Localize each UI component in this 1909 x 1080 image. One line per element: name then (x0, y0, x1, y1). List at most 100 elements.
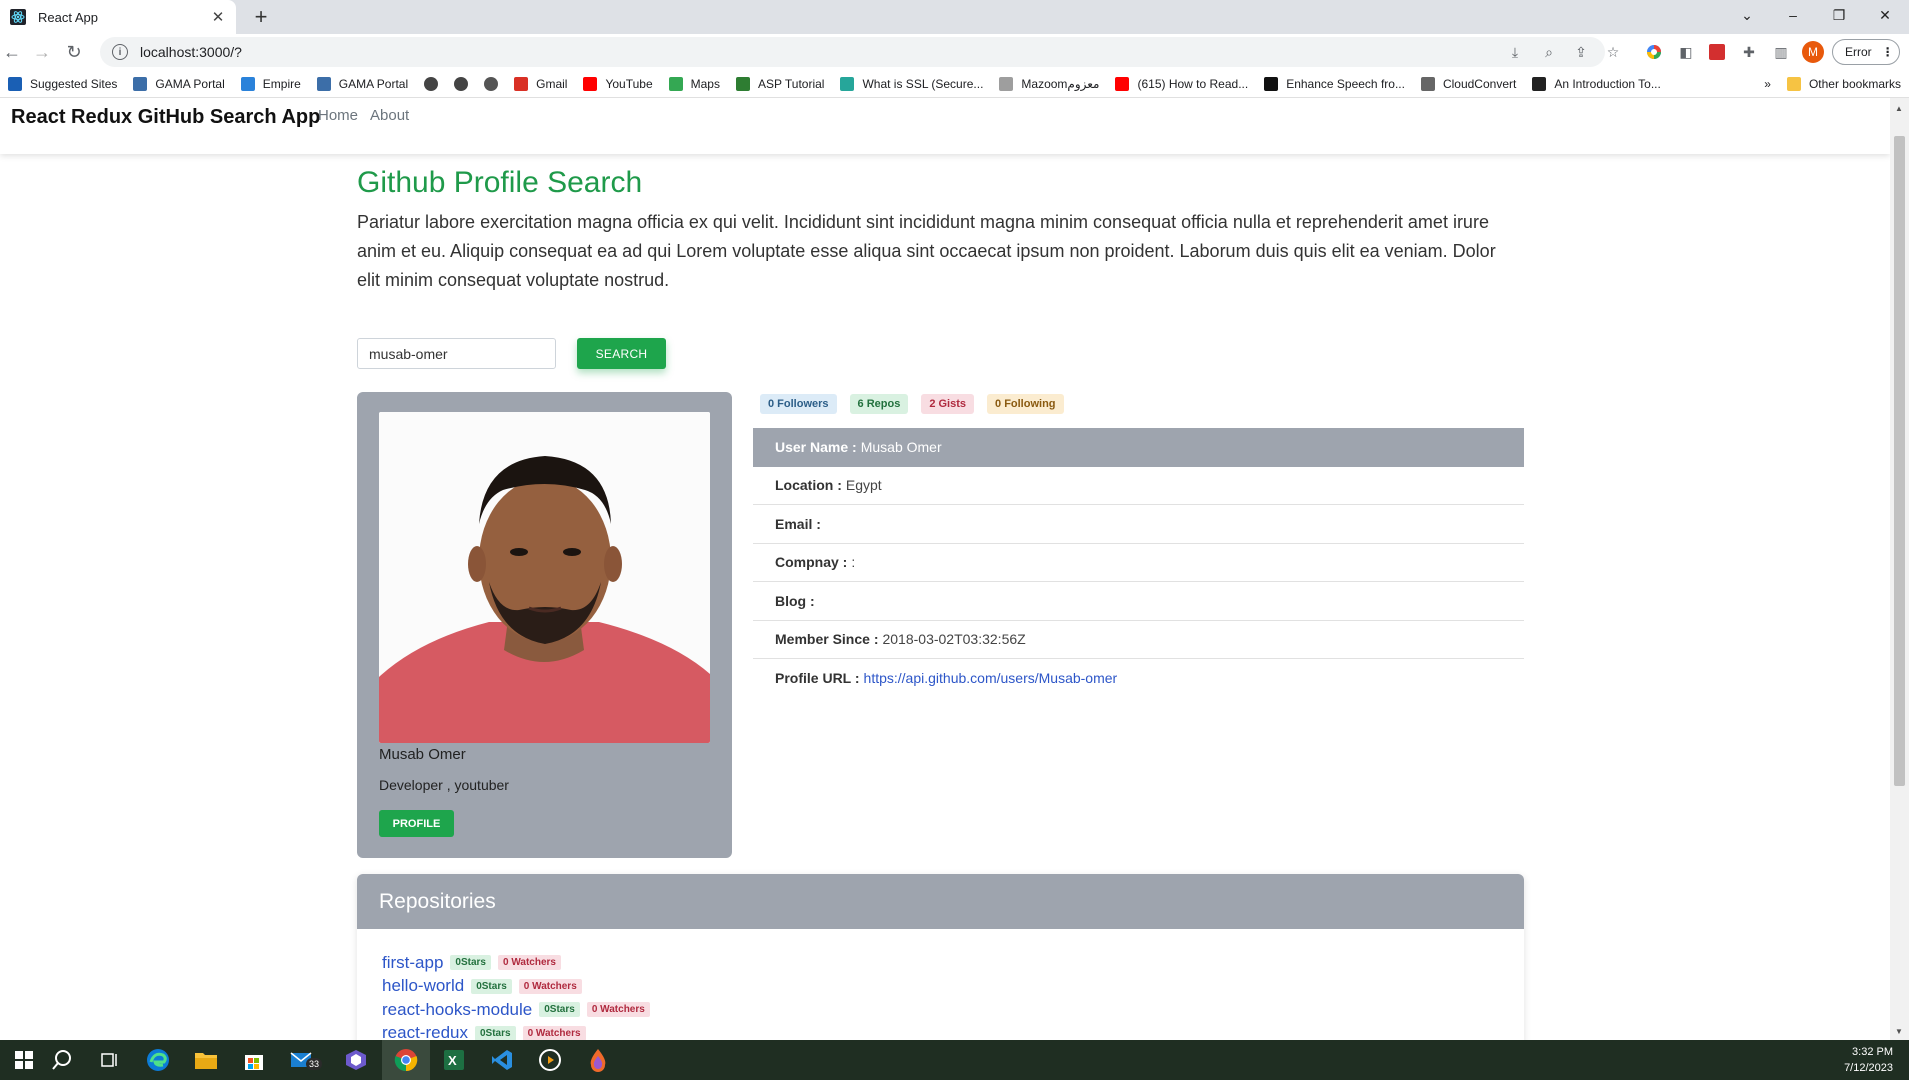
error-button[interactable]: Error ⋮ (1832, 39, 1900, 65)
repository-link[interactable]: react-hooks-module (382, 1000, 532, 1020)
folder-icon (1786, 76, 1801, 91)
detail-value: Musab Omer (860, 439, 942, 456)
side-panel-icon[interactable]: ▥ (1772, 43, 1790, 61)
profile-url-link[interactable]: https://api.github.com/users/Musab-omer (864, 670, 1118, 686)
bookmark-item[interactable]: An Introduction To... (1524, 72, 1669, 96)
bookmark-item[interactable]: GAMA Portal (309, 72, 416, 96)
repositories-card: Repositories first-app 0Stars 0 Watchers… (357, 874, 1524, 1040)
address-bar[interactable]: i localhost:3000/? (100, 37, 1605, 67)
repository-link[interactable]: hello-world (382, 976, 464, 996)
bookmarks-overflow-chevron-icon[interactable]: » (1756, 72, 1779, 96)
repository-item: hello-world 0Stars 0 Watchers (382, 975, 1524, 999)
close-tab-icon[interactable]: ✕ (210, 8, 226, 26)
detail-value: 2018-03-02T03:32:56Z (882, 631, 1026, 648)
system-clock[interactable]: 3:32 PM 7/12/2023 (1844, 1044, 1893, 1076)
stars-badge: 0Stars (471, 978, 512, 994)
username-search-input[interactable] (357, 338, 556, 369)
task-view-icon[interactable] (86, 1040, 134, 1080)
bookmark-item[interactable] (476, 72, 506, 96)
restore-button[interactable]: ❐ (1816, 0, 1862, 30)
bookmark-item[interactable]: ASP Tutorial (728, 72, 832, 96)
detail-value: : (851, 554, 856, 571)
media-player-icon[interactable] (526, 1040, 574, 1080)
vscode-icon[interactable] (478, 1040, 526, 1080)
nav-link-about[interactable]: About (370, 107, 409, 124)
bookmark-item[interactable]: Suggested Sites (0, 72, 125, 96)
other-bookmarks-label: Other bookmarks (1808, 76, 1901, 91)
bookmark-favicon-icon (668, 76, 683, 91)
repository-link[interactable]: react-redux (382, 1023, 468, 1040)
repository-list: first-app 0Stars 0 Watchers hello-world … (357, 929, 1524, 1040)
dev-app-icon[interactable] (332, 1040, 380, 1080)
back-arrow-icon[interactable]: ← (0, 40, 24, 64)
clock-date: 7/12/2023 (1844, 1062, 1893, 1074)
navbar-brand[interactable]: React Redux GitHub Search App (11, 106, 320, 129)
zoom-icon[interactable]: ⌕ (1540, 43, 1558, 61)
site-info-icon[interactable]: i (112, 44, 128, 60)
tab-search-chevron-icon[interactable]: ⌄ (1724, 0, 1770, 30)
detail-label: User Name : (775, 439, 857, 456)
detail-profile-url: Profile URL : https://api.github.com/use… (753, 659, 1524, 698)
bookmark-favicon-icon (840, 76, 855, 91)
bookmark-item[interactable]: CloudConvert (1413, 72, 1524, 96)
bookmark-label: Gmail (536, 76, 568, 91)
page-viewport: React Redux GitHub Search App Home About… (0, 98, 1890, 1040)
following-badge: 0 Following (987, 394, 1064, 414)
extensions-puzzle-icon[interactable]: ✚ (1740, 43, 1758, 61)
share-icon[interactable]: ⇪ (1572, 43, 1590, 61)
bookmark-star-icon[interactable]: ☆ (1604, 43, 1622, 61)
windows-taskbar: 33 X 3:32 PM 7/12/2023 (0, 1040, 1909, 1080)
color-extension-icon[interactable] (1645, 43, 1663, 61)
bookmarks-bar: Suggested Sites GAMA Portal Empire GAMA Por… (0, 70, 1909, 98)
file-explorer-icon[interactable] (182, 1040, 230, 1080)
store-icon[interactable] (230, 1040, 278, 1080)
tab-title: React App (38, 9, 98, 25)
install-icon[interactable]: ⤓ (1506, 43, 1524, 61)
kebab-menu-icon[interactable]: ⋮ (1882, 45, 1894, 59)
chrome-icon[interactable] (382, 1040, 430, 1080)
bookmark-favicon-icon (240, 76, 255, 91)
svg-text:X: X (448, 1053, 457, 1068)
bookmark-item[interactable]: GAMA Portal (125, 72, 232, 96)
other-bookmarks-folder[interactable]: Other bookmarks (1779, 72, 1909, 96)
bookmark-item[interactable]: Empire (233, 72, 309, 96)
view-profile-button[interactable]: PROFILE (379, 810, 454, 837)
reload-icon[interactable]: ↻ (62, 40, 86, 64)
browser-tab[interactable]: React App ✕ (0, 0, 236, 34)
bookmark-item[interactable]: What is SSL (Secure... (832, 72, 991, 96)
search-icon[interactable] (38, 1040, 86, 1080)
bookmark-item[interactable] (446, 72, 476, 96)
new-tab-button[interactable]: + (248, 4, 274, 30)
extension-icon[interactable]: ◧ (1677, 43, 1695, 61)
react-favicon-icon (10, 9, 26, 25)
close-window-button[interactable]: ✕ (1862, 0, 1908, 30)
bookmark-item[interactable] (416, 72, 446, 96)
minimize-button[interactable]: – (1770, 0, 1816, 30)
edge-icon[interactable] (134, 1040, 182, 1080)
mail-icon[interactable]: 33 (278, 1040, 326, 1080)
repos-badge: 6 Repos (849, 394, 909, 414)
profile-avatar[interactable]: M (1802, 41, 1824, 63)
scroll-down-arrow-icon[interactable]: ▼ (1895, 1027, 1903, 1036)
paint-app-icon[interactable] (574, 1040, 622, 1080)
bookmark-item[interactable]: Enhance Speech fro... (1256, 72, 1413, 96)
search-button[interactable]: SEARCH (577, 338, 666, 369)
app-navbar: React Redux GitHub Search App Home About (0, 98, 1890, 154)
pdf-extension-icon[interactable] (1708, 43, 1726, 61)
forward-arrow-icon[interactable]: → (30, 40, 54, 64)
scroll-up-arrow-icon[interactable]: ▲ (1895, 104, 1903, 113)
repository-item: react-redux 0Stars 0 Watchers (382, 1022, 1524, 1040)
watchers-badge: 0 Watchers (586, 1002, 650, 1018)
bookmark-item[interactable]: (615) How to Read... (1107, 72, 1256, 96)
repository-link[interactable]: first-app (382, 953, 443, 973)
bookmark-item[interactable]: Mazoomمعزوم (991, 72, 1107, 96)
excel-icon[interactable]: X (430, 1040, 478, 1080)
profile-card: Musab Omer Developer , youtuber PROFILE (357, 392, 732, 858)
bookmark-item[interactable]: Gmail (506, 72, 575, 96)
bookmark-item[interactable]: YouTube (575, 72, 660, 96)
bookmark-item[interactable]: Maps (661, 72, 728, 96)
page-scrollbar[interactable]: ▲ ▼ (1890, 98, 1909, 1040)
nav-link-home[interactable]: Home (318, 107, 358, 124)
scrollbar-thumb[interactable] (1894, 136, 1905, 786)
browser-toolbar: ← → ↻ i localhost:3000/? ⤓ ⌕ ⇪ ☆ ◧ ✚ ▥ M… (0, 34, 1909, 70)
